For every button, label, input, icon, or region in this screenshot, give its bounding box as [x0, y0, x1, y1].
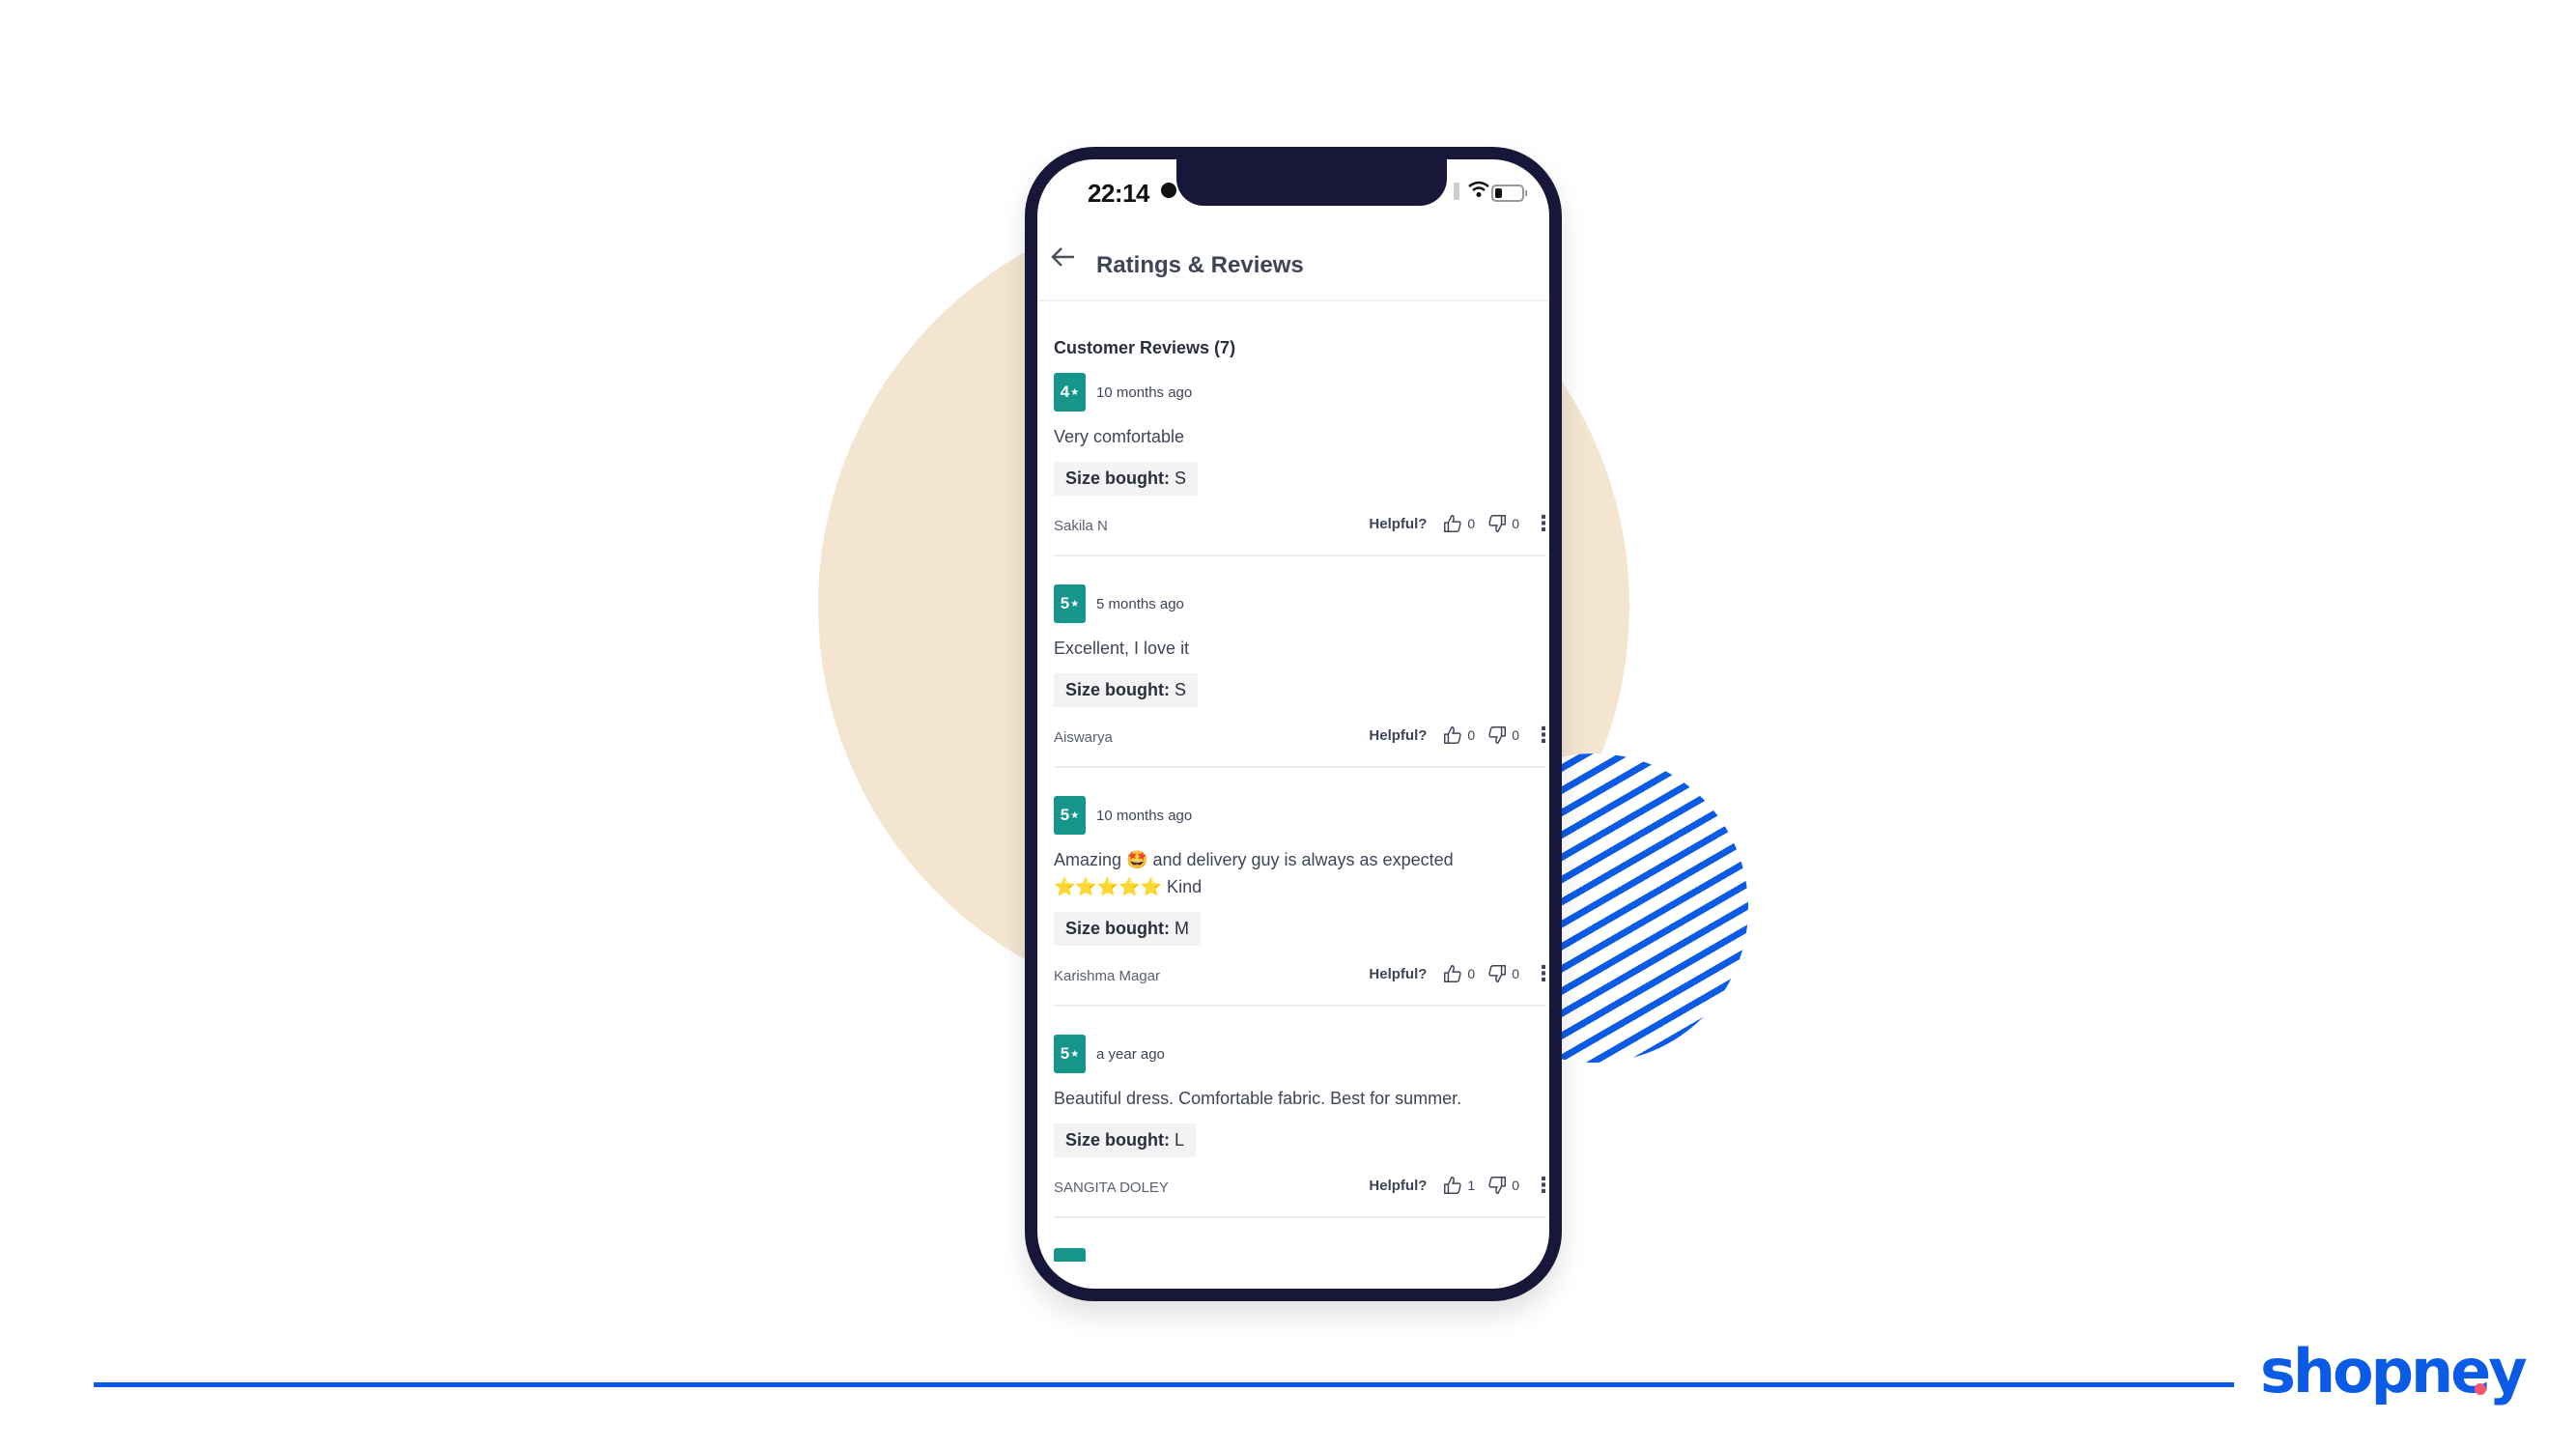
more-options-icon[interactable]: ⋮	[1533, 513, 1549, 534]
page-title: Ratings & Reviews	[1096, 252, 1304, 278]
review-date: 5 months ago	[1096, 596, 1184, 612]
moon-icon	[1161, 183, 1176, 198]
size-label: Size bought:	[1065, 469, 1170, 488]
review-text: Amazing 🤩 and delivery guy is always as …	[1054, 850, 1454, 896]
review-author: Karishma Magar	[1054, 968, 1161, 984]
wifi-icon	[1468, 179, 1489, 204]
more-options-icon[interactable]: ⋮	[1533, 1175, 1549, 1196]
back-arrow-icon[interactable]	[1051, 244, 1076, 277]
size-label: Size bought:	[1065, 919, 1170, 938]
review-text: Very comfortable	[1054, 427, 1185, 446]
review-author: Aiswarya	[1054, 729, 1113, 746]
rating-value: 5	[1060, 806, 1070, 824]
thumbs-up-icon	[1444, 1177, 1462, 1194]
logo-dot	[2475, 1383, 2486, 1395]
rating-badge: 5 ★	[1054, 796, 1086, 835]
like-count: 1	[1467, 1178, 1476, 1193]
thumbs-down-icon	[1488, 726, 1507, 744]
phone-notch	[1176, 159, 1447, 206]
battery-icon	[1491, 185, 1527, 202]
like-button[interactable]: 0	[1442, 513, 1486, 534]
rating-badge: 4 ★	[1054, 373, 1086, 412]
helpful-label: Helpful?	[1369, 1177, 1428, 1194]
rating-badge	[1054, 1248, 1086, 1262]
review-author: SANGITA DOLEY	[1054, 1179, 1169, 1196]
review-date: 10 months ago	[1096, 384, 1193, 401]
size-value: M	[1174, 919, 1189, 938]
review-date: a year ago	[1096, 1046, 1165, 1063]
dislike-button[interactable]: 0	[1486, 963, 1531, 984]
thumbs-down-icon	[1488, 515, 1507, 532]
status-time: 22:14	[1088, 179, 1150, 208]
helpful-label: Helpful?	[1369, 726, 1428, 744]
size-value: L	[1174, 1130, 1184, 1150]
section-title: Customer Reviews (7)	[1054, 338, 1236, 357]
size-chip: Size bought: S	[1054, 673, 1198, 707]
like-count: 0	[1467, 966, 1476, 981]
dislike-button[interactable]: 0	[1486, 724, 1531, 746]
review-text: Excellent, I love it	[1054, 639, 1190, 658]
review-divider	[1054, 1005, 1546, 1007]
size-chip: Size bought: M	[1054, 912, 1201, 946]
dislike-count: 0	[1512, 966, 1519, 981]
thumbs-down-icon	[1488, 1177, 1507, 1194]
dislike-count: 0	[1512, 516, 1519, 531]
size-chip: Size bought: S	[1054, 462, 1198, 496]
more-options-icon[interactable]: ⋮	[1533, 963, 1549, 984]
review-divider	[1054, 1216, 1546, 1218]
dislike-button[interactable]: 0	[1486, 1175, 1531, 1196]
like-button[interactable]: 0	[1442, 963, 1486, 984]
dislike-count: 0	[1512, 727, 1519, 743]
like-count: 0	[1467, 516, 1476, 531]
review-divider	[1054, 554, 1546, 556]
shopney-logo: shopney	[2260, 1336, 2528, 1406]
like-button[interactable]: 0	[1442, 724, 1486, 746]
review-text: Beautiful dress. Comfortable fabric. Bes…	[1054, 1089, 1462, 1108]
star-icon: ★	[1070, 810, 1080, 821]
thumbs-up-icon	[1444, 726, 1462, 744]
size-chip: Size bought: L	[1054, 1123, 1196, 1157]
review-actions: Helpful? 0 0 ⋮	[1369, 724, 1549, 746]
thumbs-down-icon	[1488, 965, 1507, 982]
review-actions: Helpful? 0 0 ⋮	[1369, 963, 1549, 984]
home-indicator[interactable]	[1205, 1293, 1399, 1298]
like-count: 0	[1467, 727, 1476, 743]
review-actions: Helpful? 0 0 ⋮	[1369, 513, 1549, 534]
size-value: S	[1174, 680, 1186, 699]
review-author: Sakila N	[1054, 518, 1108, 534]
size-label: Size bought:	[1065, 680, 1170, 699]
app-header: Ratings & Reviews	[1037, 227, 1549, 301]
phone-mockup: 22:14 Ratings & Reviews Customer Reviews…	[1025, 147, 1562, 1301]
dislike-button[interactable]: 0	[1486, 513, 1531, 534]
star-icon: ★	[1070, 386, 1080, 398]
rating-value: 5	[1060, 594, 1070, 612]
rating-badge: 5 ★	[1054, 1035, 1086, 1073]
like-button[interactable]: 1	[1442, 1175, 1486, 1196]
size-label: Size bought:	[1065, 1130, 1170, 1150]
helpful-label: Helpful?	[1369, 515, 1428, 532]
star-icon: ★	[1070, 598, 1080, 610]
thumbs-up-icon	[1444, 515, 1462, 532]
signal-icon	[1454, 183, 1459, 200]
star-icon: ★	[1070, 1048, 1080, 1060]
more-options-icon[interactable]: ⋮	[1533, 724, 1549, 746]
thumbs-up-icon	[1444, 965, 1462, 982]
rating-value: 5	[1060, 1044, 1070, 1063]
review-date: 10 months ago	[1096, 808, 1193, 824]
brand-divider-line	[94, 1382, 2234, 1387]
rating-badge: 5 ★	[1054, 584, 1086, 623]
rating-value: 4	[1060, 383, 1070, 401]
size-value: S	[1174, 469, 1186, 488]
dislike-count: 0	[1512, 1178, 1519, 1193]
review-actions: Helpful? 1 0 ⋮	[1369, 1175, 1549, 1196]
review-divider	[1054, 766, 1546, 768]
helpful-label: Helpful?	[1369, 965, 1428, 982]
